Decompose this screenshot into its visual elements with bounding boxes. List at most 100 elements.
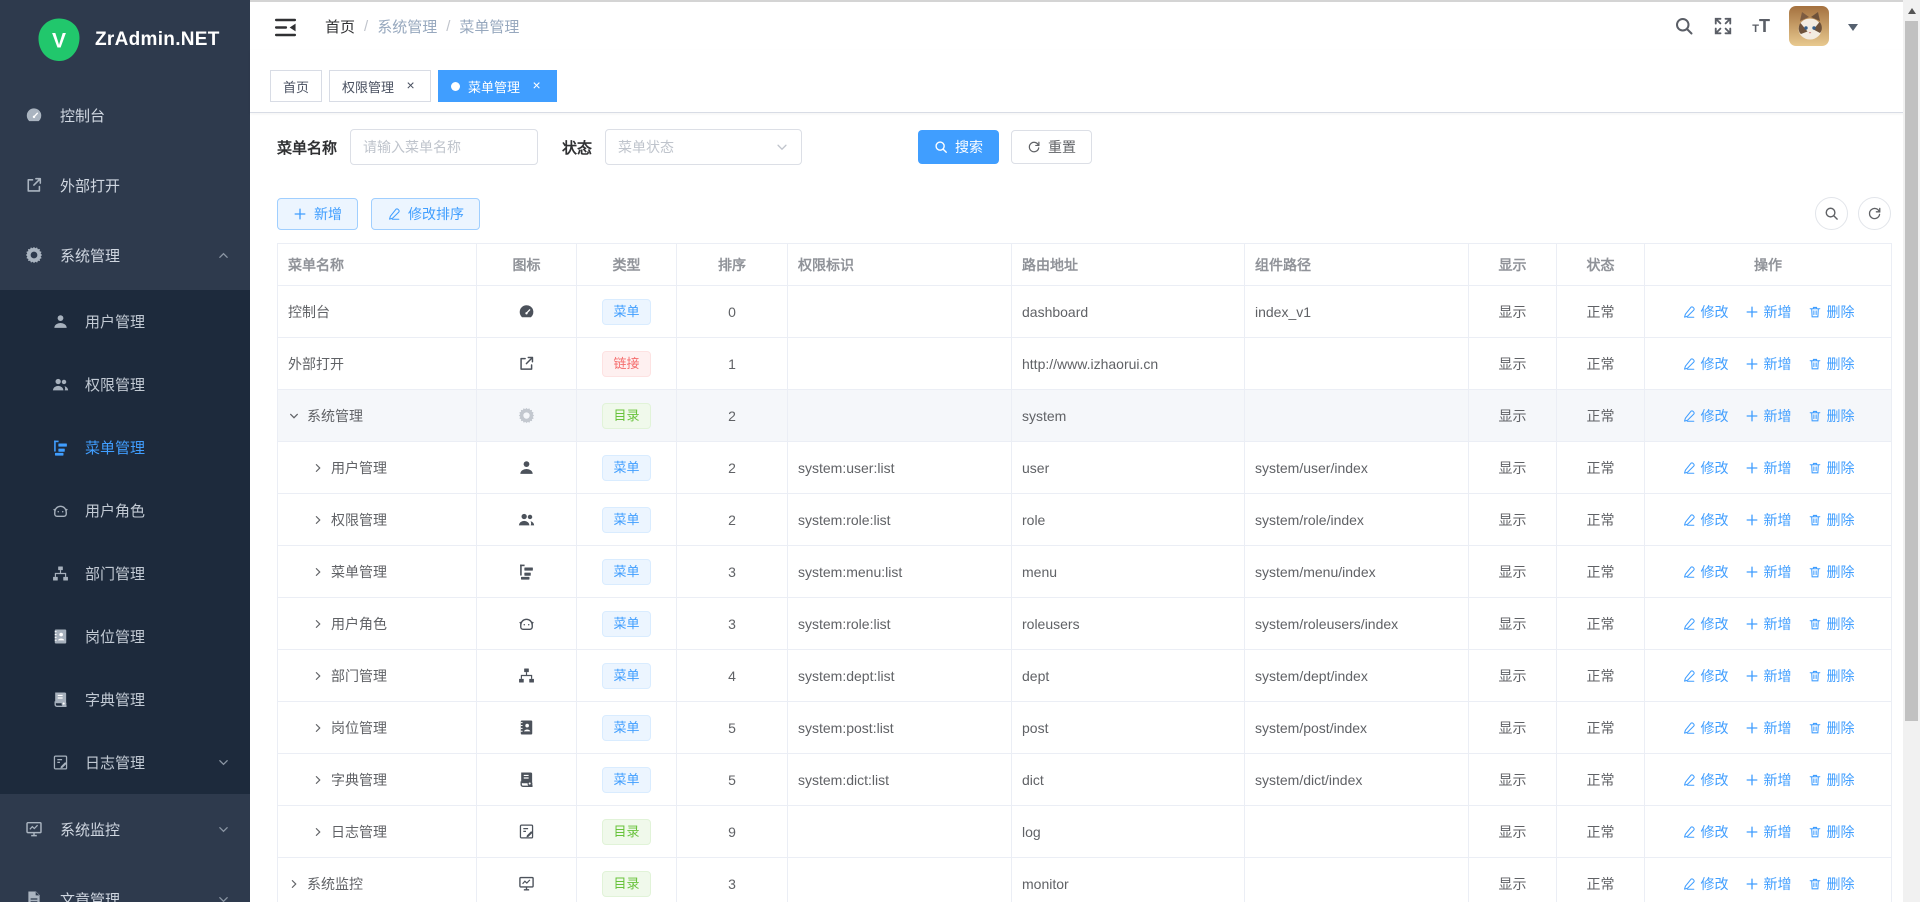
add-row-link[interactable]: 新增 <box>1745 510 1792 530</box>
trash-icon <box>1808 877 1822 891</box>
sidebar-item-dept[interactable]: 部门管理 <box>0 542 250 605</box>
search-icon[interactable] <box>1674 16 1694 36</box>
edit-row-link[interactable]: 修改 <box>1682 770 1729 790</box>
expand-row-icon[interactable] <box>312 566 324 578</box>
delete-row-link[interactable]: 删除 <box>1808 718 1855 738</box>
user-avatar[interactable] <box>1789 6 1829 46</box>
sidebar-fold-icon[interactable] <box>274 16 297 36</box>
delete-row-link[interactable]: 删除 <box>1808 770 1855 790</box>
breadcrumb-home[interactable]: 首页 <box>325 16 355 37</box>
expand-row-icon[interactable] <box>312 514 324 526</box>
delete-row-link[interactable]: 删除 <box>1808 302 1855 322</box>
app-logo[interactable]: V ZrAdmin.NET <box>0 0 250 80</box>
component-cell: system/menu/index <box>1245 546 1469 598</box>
edit-row-link[interactable]: 修改 <box>1682 614 1729 634</box>
tab-close-icon[interactable]: × <box>403 79 418 94</box>
delete-row-link[interactable]: 删除 <box>1808 614 1855 634</box>
delete-row-link[interactable]: 删除 <box>1808 562 1855 582</box>
sidebar-item-system[interactable]: 系统管理 <box>0 220 250 290</box>
delete-row-link[interactable]: 删除 <box>1808 666 1855 686</box>
collapse-row-icon[interactable] <box>288 410 300 422</box>
edit-row-link[interactable]: 修改 <box>1682 562 1729 582</box>
user-menu-caret-icon[interactable] <box>1848 24 1858 36</box>
add-row-link[interactable]: 新增 <box>1745 614 1792 634</box>
expand-row-icon[interactable] <box>312 826 324 838</box>
sidebar-item-menu[interactable]: 菜单管理 <box>0 416 250 479</box>
type-tag: 菜单 <box>602 455 650 481</box>
edit-row-link[interactable]: 修改 <box>1682 302 1729 322</box>
edit-row-link[interactable]: 修改 <box>1682 354 1729 374</box>
visible-cell: 显示 <box>1469 650 1557 702</box>
add-row-link[interactable]: 新增 <box>1745 354 1792 374</box>
refresh-table-button[interactable] <box>1858 197 1891 230</box>
edit-sort-button[interactable]: 修改排序 <box>371 198 480 230</box>
add-row-link[interactable]: 新增 <box>1745 874 1792 894</box>
column-header-权限标识: 权限标识 <box>788 244 1012 286</box>
delete-row-link[interactable]: 删除 <box>1808 458 1855 478</box>
type-tag: 菜单 <box>602 507 650 533</box>
scrollbar-thumb[interactable] <box>1905 21 1918 721</box>
sidebar-item-log[interactable]: 日志管理 <box>0 731 250 794</box>
org-tree-icon <box>518 667 535 684</box>
add-row-link[interactable]: 新增 <box>1745 302 1792 322</box>
add-row-link[interactable]: 新增 <box>1745 406 1792 426</box>
edit-row-link[interactable]: 修改 <box>1682 406 1729 426</box>
edit-row-link[interactable]: 修改 <box>1682 458 1729 478</box>
menu-name-input[interactable]: 请输入菜单名称 <box>350 129 538 165</box>
add-row-link[interactable]: 新增 <box>1745 718 1792 738</box>
edit-row-link[interactable]: 修改 <box>1682 822 1729 842</box>
search-button[interactable]: 搜索 <box>918 130 999 164</box>
edit-row-link[interactable]: 修改 <box>1682 666 1729 686</box>
edit-row-link[interactable]: 修改 <box>1682 718 1729 738</box>
delete-row-link[interactable]: 删除 <box>1808 874 1855 894</box>
tab-首页[interactable]: 首页 <box>270 70 322 102</box>
expand-row-icon[interactable] <box>288 878 300 890</box>
plus-icon <box>1745 877 1759 891</box>
toggle-search-button[interactable] <box>1815 197 1848 230</box>
navbar-actions: TT <box>1674 6 1858 46</box>
type-tag: 目录 <box>602 871 650 897</box>
tab-菜单管理[interactable]: 菜单管理 × <box>438 70 557 102</box>
status-select[interactable]: 菜单状态 <box>605 129 802 165</box>
add-row-link[interactable]: 新增 <box>1745 458 1792 478</box>
expand-row-icon[interactable] <box>312 722 324 734</box>
add-menu-button[interactable]: 新增 <box>277 198 358 230</box>
expand-row-icon[interactable] <box>312 670 324 682</box>
tab-label: 菜单管理 <box>468 77 520 96</box>
add-row-link[interactable]: 新增 <box>1745 562 1792 582</box>
menu-name-cell: 控制台 <box>288 302 466 322</box>
sidebar-item-dict[interactable]: 字典管理 <box>0 668 250 731</box>
expand-row-icon[interactable] <box>312 618 324 630</box>
sidebar-item-roleusers[interactable]: 用户角色 <box>0 479 250 542</box>
fullscreen-icon[interactable] <box>1713 16 1733 36</box>
delete-row-link[interactable]: 删除 <box>1808 822 1855 842</box>
monitor-icon <box>518 875 535 892</box>
tab-close-icon[interactable]: × <box>529 79 544 94</box>
add-row-link[interactable]: 新增 <box>1745 770 1792 790</box>
scrollbar-up-button[interactable] <box>1903 0 1920 17</box>
route-cell: http://www.izhaorui.cn <box>1012 338 1245 390</box>
sidebar-item-post[interactable]: 岗位管理 <box>0 605 250 668</box>
reset-button[interactable]: 重置 <box>1011 130 1092 164</box>
vertical-scrollbar[interactable] <box>1903 0 1920 902</box>
edit-row-link[interactable]: 修改 <box>1682 874 1729 894</box>
add-row-link[interactable]: 新增 <box>1745 666 1792 686</box>
sidebar-item-monitor[interactable]: 系统监控 <box>0 794 250 864</box>
expand-row-icon[interactable] <box>312 774 324 786</box>
edit-row-link[interactable]: 修改 <box>1682 510 1729 530</box>
sidebar-item-user[interactable]: 用户管理 <box>0 290 250 353</box>
sidebar-item-console[interactable]: 控制台 <box>0 80 250 150</box>
tab-权限管理[interactable]: 权限管理× <box>329 70 431 102</box>
sidebar-item-article[interactable]: 文章管理 <box>0 864 250 902</box>
delete-row-link[interactable]: 删除 <box>1808 406 1855 426</box>
expand-row-icon[interactable] <box>312 462 324 474</box>
plus-icon <box>1745 409 1759 423</box>
type-tag: 链接 <box>602 351 650 377</box>
delete-row-link[interactable]: 删除 <box>1808 510 1855 530</box>
delete-row-link[interactable]: 删除 <box>1808 354 1855 374</box>
sidebar-item-external[interactable]: 外部打开 <box>0 150 250 220</box>
table-row-系统管理: 系统管理目录2system显示正常修改新增删除 <box>278 390 1892 442</box>
sidebar-item-role[interactable]: 权限管理 <box>0 353 250 416</box>
font-size-icon[interactable]: TT <box>1752 17 1770 35</box>
add-row-link[interactable]: 新增 <box>1745 822 1792 842</box>
